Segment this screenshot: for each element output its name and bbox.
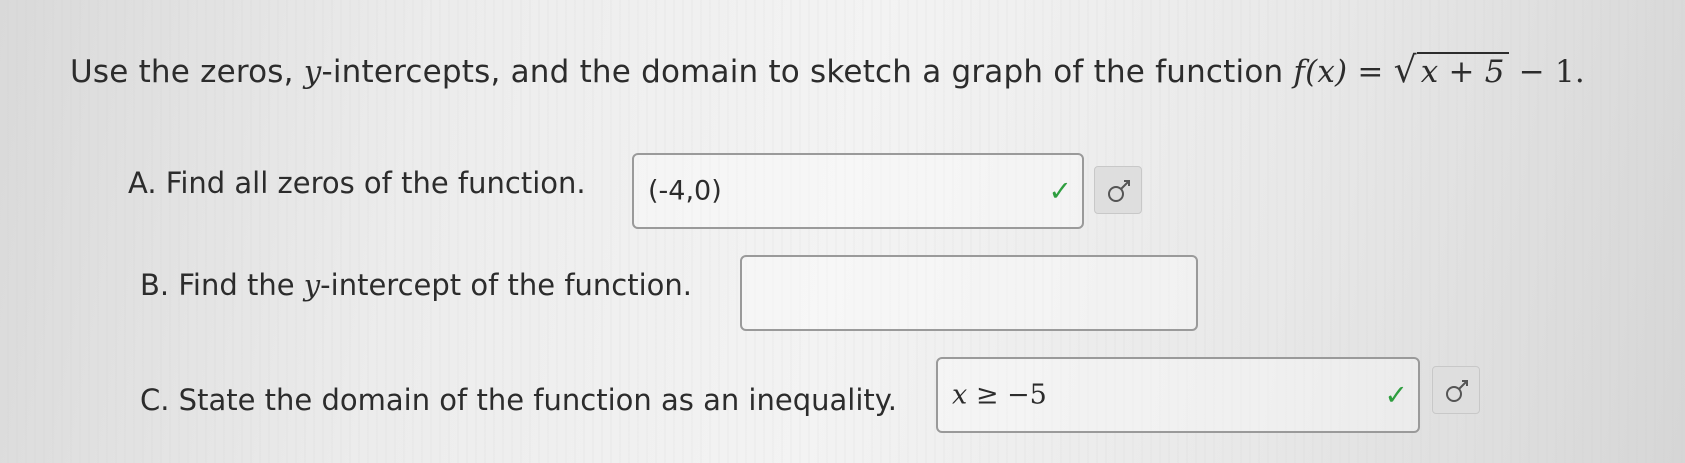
part-c-answer-field[interactable]: x ≥ −5 ✓ [936,357,1420,433]
part-c-answer-rest: ≥ −5 [967,379,1047,411]
part-c-preview-button[interactable] [1432,366,1480,414]
part-c-answer-var: x [952,379,968,411]
part-b-label: B. Find the y-intercept of the function. [140,268,692,302]
sqrt-icon: √ [1393,50,1417,91]
part-b-label-prefix: B. Find the [140,268,304,302]
preview-icon [1446,380,1468,402]
question-middle: -intercepts, and the domain to sketch a … [321,54,1294,90]
function-lhs: f(x) = [1293,54,1394,90]
part-b-answer-field[interactable] [740,255,1198,331]
question-text: Use the zeros, y-intercepts, and the dom… [70,50,1585,91]
checkmark-icon: ✓ [1048,174,1072,208]
part-c-answer-value: x ≥ −5 [952,380,1047,411]
part-a-answer-value: (-4,0) [648,175,722,207]
checkmark-icon: ✓ [1384,378,1408,412]
function-tail: − 1. [1508,54,1585,90]
question-y-var: y [303,54,322,90]
question-prefix: Use the zeros, [70,54,304,90]
preview-icon [1108,180,1130,202]
sqrt-inner: x + 5 [1416,52,1509,90]
part-b-label-suffix: -intercept of the function. [320,268,693,302]
part-a-preview-button[interactable] [1094,166,1142,214]
part-c-label: C. State the domain of the function as a… [140,383,898,417]
part-a-answer-field[interactable]: (-4,0) ✓ [632,153,1084,229]
part-a-label: A. Find all zeros of the function. [128,166,586,200]
part-b-label-var: y [303,268,321,302]
sqrt-expression: √ x + 5 [1394,50,1509,91]
